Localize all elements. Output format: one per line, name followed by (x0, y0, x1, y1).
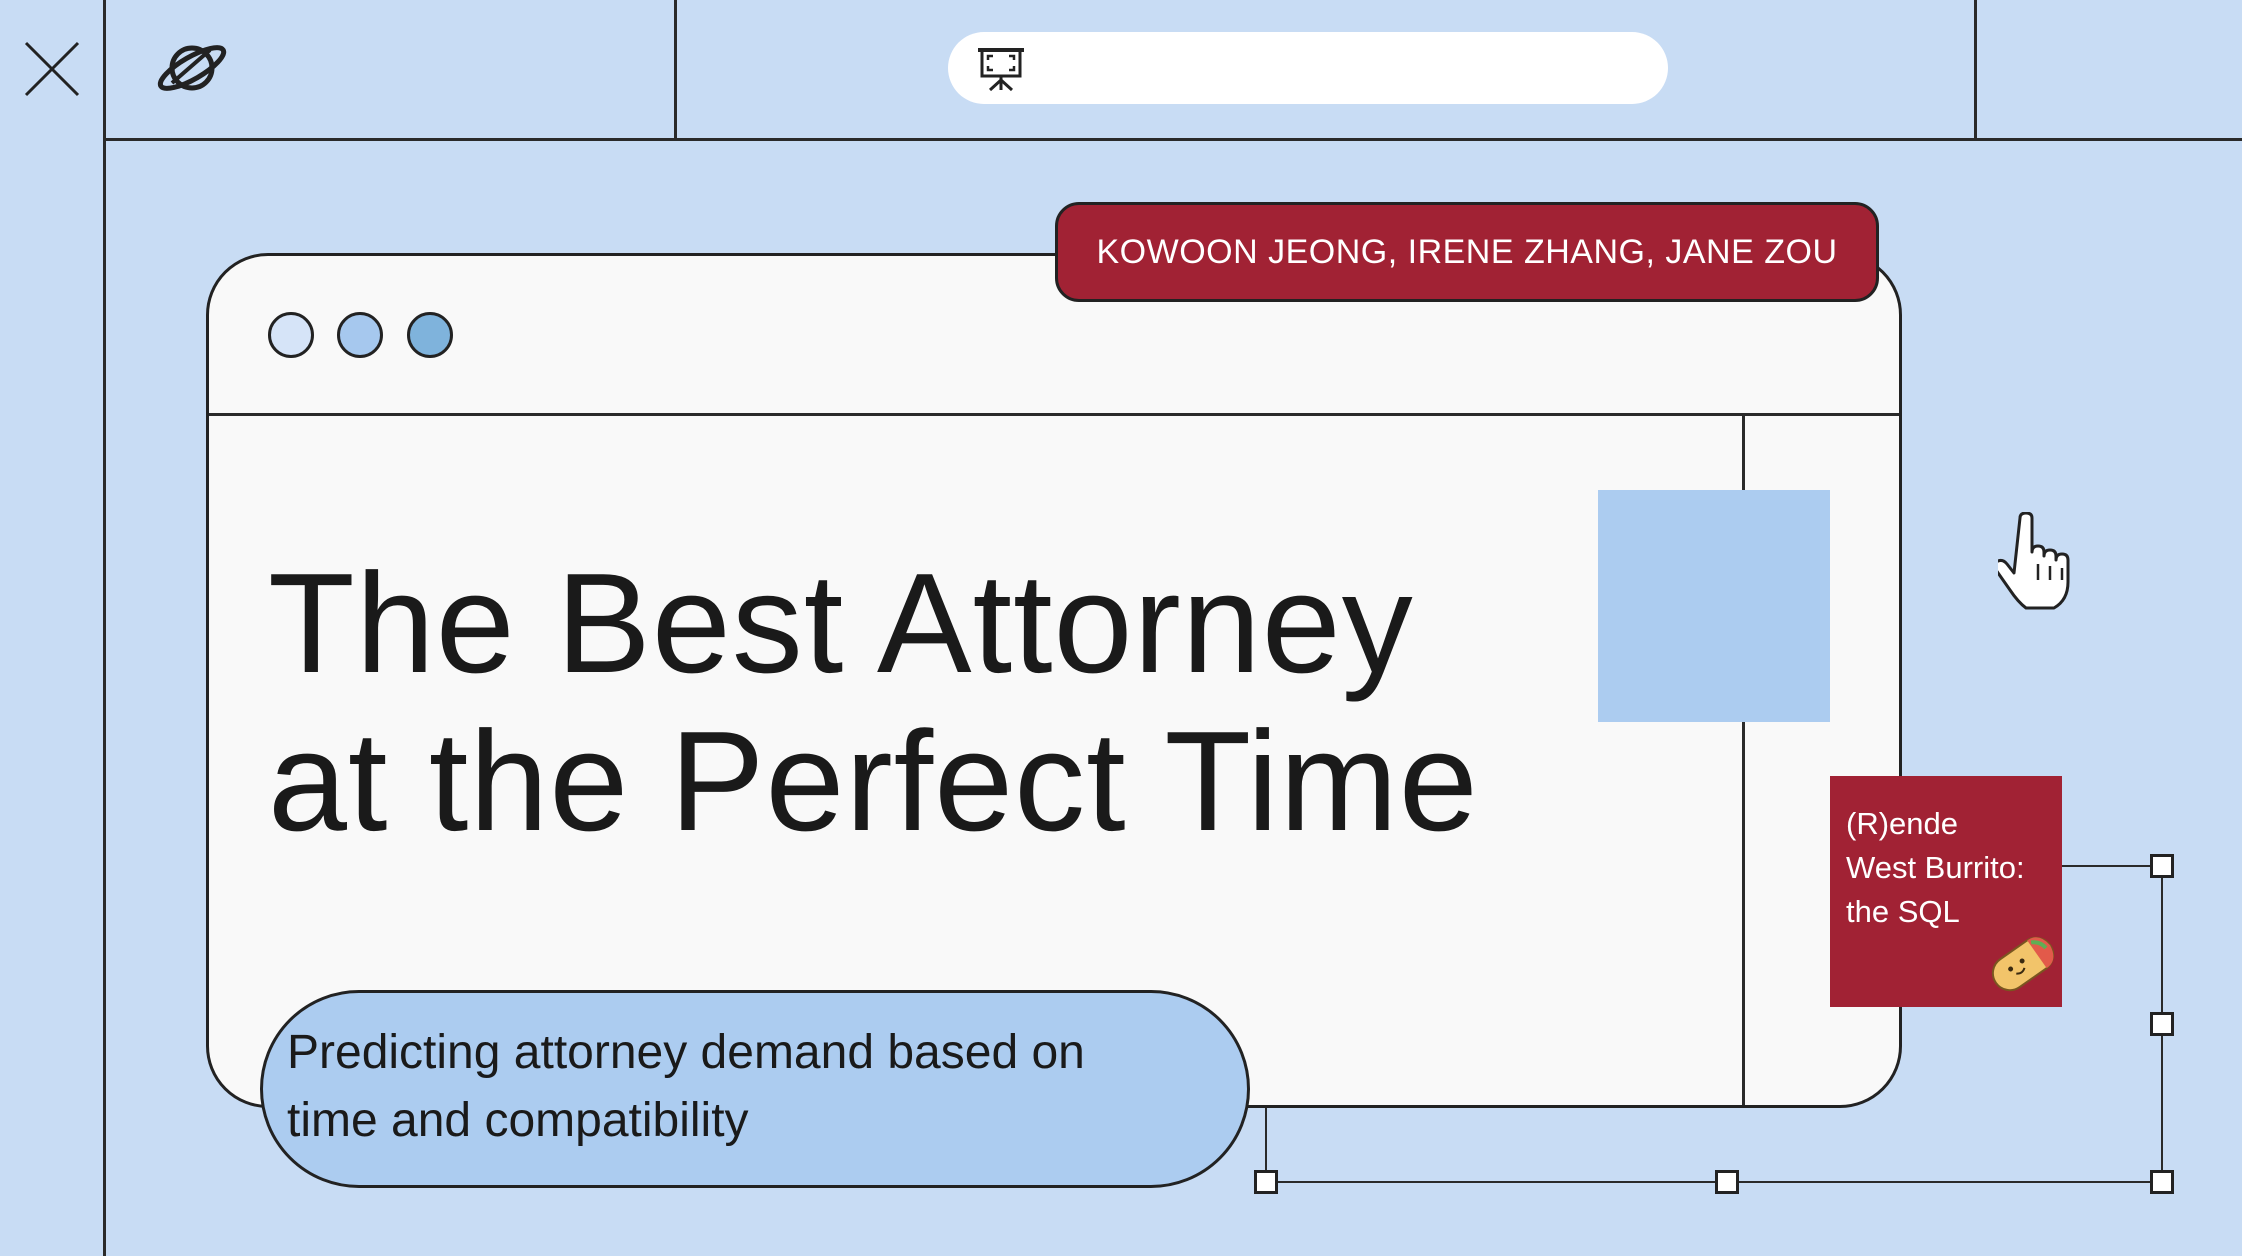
resize-handle-bottom-left[interactable] (1254, 1170, 1278, 1194)
title-line-1: The Best Attorney (268, 544, 1414, 703)
slide-title: The Best Attorney at the Perfect Time (268, 545, 1668, 861)
window-dot-3 (407, 312, 453, 358)
window-dot-2 (337, 312, 383, 358)
close-button[interactable] (0, 0, 104, 138)
team-name-card[interactable]: (R)ende West Burrito: the SQL (1830, 776, 2062, 1007)
presentation-icon (978, 48, 1024, 92)
planet-icon (157, 45, 227, 91)
authors-badge: KOWOON JEONG, IRENE ZHANG, JANE ZOU (1055, 202, 1879, 302)
subtitle-line-2: time and compatibility (287, 1094, 749, 1147)
resize-handle-bottom[interactable] (1715, 1170, 1739, 1194)
left-frame-divider (103, 0, 106, 1256)
subtitle-line-1: Predicting attorney demand based on (287, 1026, 1085, 1079)
window-dot-1 (268, 312, 314, 358)
authors-text: KOWOON JEONG, IRENE ZHANG, JANE ZOU (1096, 232, 1838, 271)
planet-logo[interactable] (150, 28, 234, 108)
top-bar-divider-1 (674, 0, 677, 140)
resize-handle-top-right[interactable] (2150, 854, 2174, 878)
subtitle-pill: Predicting attorney demand based on time… (260, 990, 1250, 1188)
title-line-2: at the Perfect Time (268, 702, 1479, 861)
hand-cursor-icon (1998, 512, 2070, 610)
selection-line-top (2062, 865, 2162, 867)
team-line-2: West Burrito: (1846, 850, 2025, 885)
window-header-divider (209, 413, 1899, 416)
resize-handle-bottom-right[interactable] (2150, 1170, 2174, 1194)
resize-handle-right[interactable] (2150, 1012, 2174, 1036)
presentation-address-bar[interactable] (948, 32, 1668, 104)
team-line-1: (R)ende (1846, 806, 1958, 841)
close-icon (24, 41, 80, 97)
team-line-3: the SQL (1846, 894, 1960, 929)
burrito-icon (1991, 936, 2055, 992)
top-bar-divider-2 (1974, 0, 1977, 140)
top-bar-bottom-border (103, 138, 2242, 141)
